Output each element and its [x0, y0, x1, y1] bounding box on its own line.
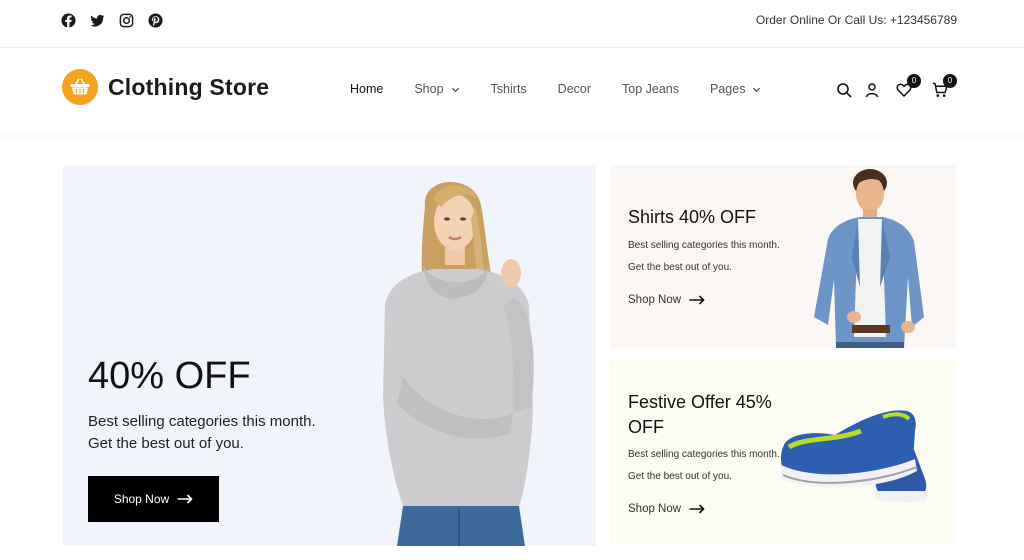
promo-shoes-image [780, 410, 927, 502]
nav-top-jeans-label: Top Jeans [622, 82, 679, 96]
arrow-right-icon [177, 494, 193, 504]
brand-name: Clothing Store [108, 73, 270, 100]
facebook-icon[interactable] [61, 13, 76, 28]
nav-pages[interactable]: Pages [710, 82, 761, 96]
cart-icon[interactable]: 0 [932, 74, 957, 98]
nav-shop[interactable]: Shop [414, 82, 459, 96]
nav-top-jeans[interactable]: Top Jeans [622, 82, 679, 96]
instagram-icon[interactable] [119, 13, 134, 28]
hero-description: Best selling categories this month. Get … [88, 413, 316, 452]
promo-card-festive: Festive Offer 45% OFF Best selling categ… [610, 361, 956, 544]
twitter-icon[interactable] [90, 13, 105, 28]
nav-decor-label: Decor [557, 82, 592, 96]
arrow-right-icon [689, 504, 705, 514]
arrow-right-icon [689, 295, 705, 305]
promo-description-festive: Best selling categories this month. Get … [628, 449, 780, 482]
nav-pages-label: Pages [710, 82, 746, 96]
nav-home[interactable]: Home [350, 82, 383, 96]
wishlist-count-badge: 0 [907, 74, 921, 88]
pinterest-icon[interactable] [148, 13, 163, 28]
hero-model-image [383, 181, 534, 546]
order-contact-text: Order Online Or Call Us: +123456789 [755, 13, 957, 27]
header-actions: 0 0 [836, 74, 957, 98]
nav-decor[interactable]: Decor [558, 82, 591, 96]
promo-title-shirts: Shirts 40% OFF [628, 207, 757, 227]
promo-card-shirts: Shirts 40% OFF Best selling categories t… [610, 165, 956, 348]
promo-description-shirts: Best selling categories this month. Get … [628, 240, 780, 273]
nav-tshirts-label: Tshirts [490, 82, 527, 96]
promo-model-image [814, 169, 924, 348]
cart-count-badge: 0 [943, 74, 957, 88]
promo-title-festive: Festive Offer 45% OFF [628, 392, 772, 437]
basket-icon [62, 69, 98, 105]
nav-shop-label: Shop [414, 82, 444, 96]
nav-tshirts[interactable]: Tshirts [491, 82, 527, 96]
promo-shop-now-label: Shop Now [628, 294, 682, 306]
chevron-down-icon [753, 87, 761, 92]
promo-shop-now-label: Shop Now [628, 503, 682, 515]
chevron-down-icon [451, 87, 459, 92]
promo-shop-now-link-shirts[interactable]: Shop Now [628, 294, 705, 306]
social-links [61, 13, 163, 28]
main-header: Clothing Store Home Shop Tshirts Decor T… [0, 49, 1024, 133]
brand-logo[interactable]: Clothing Store [62, 69, 269, 105]
main-nav: Home Shop Tshirts Decor Top Jeans Pages [350, 82, 761, 96]
nav-home-label: Home [350, 82, 384, 96]
hero-title: 40% OFF [88, 355, 251, 397]
search-icon[interactable] [836, 82, 852, 98]
user-icon[interactable] [864, 82, 880, 98]
promo-shop-now-link-festive[interactable]: Shop Now [628, 503, 705, 515]
wishlist-icon[interactable]: 0 [896, 74, 921, 98]
top-bar: Order Online Or Call Us: +123456789 [0, 0, 1024, 48]
hero-banner: 40% OFF Best selling categories this mon… [63, 165, 596, 546]
hero-shop-now-button[interactable]: Shop Now [88, 476, 219, 522]
hero-shop-now-label: Shop Now [113, 492, 170, 506]
